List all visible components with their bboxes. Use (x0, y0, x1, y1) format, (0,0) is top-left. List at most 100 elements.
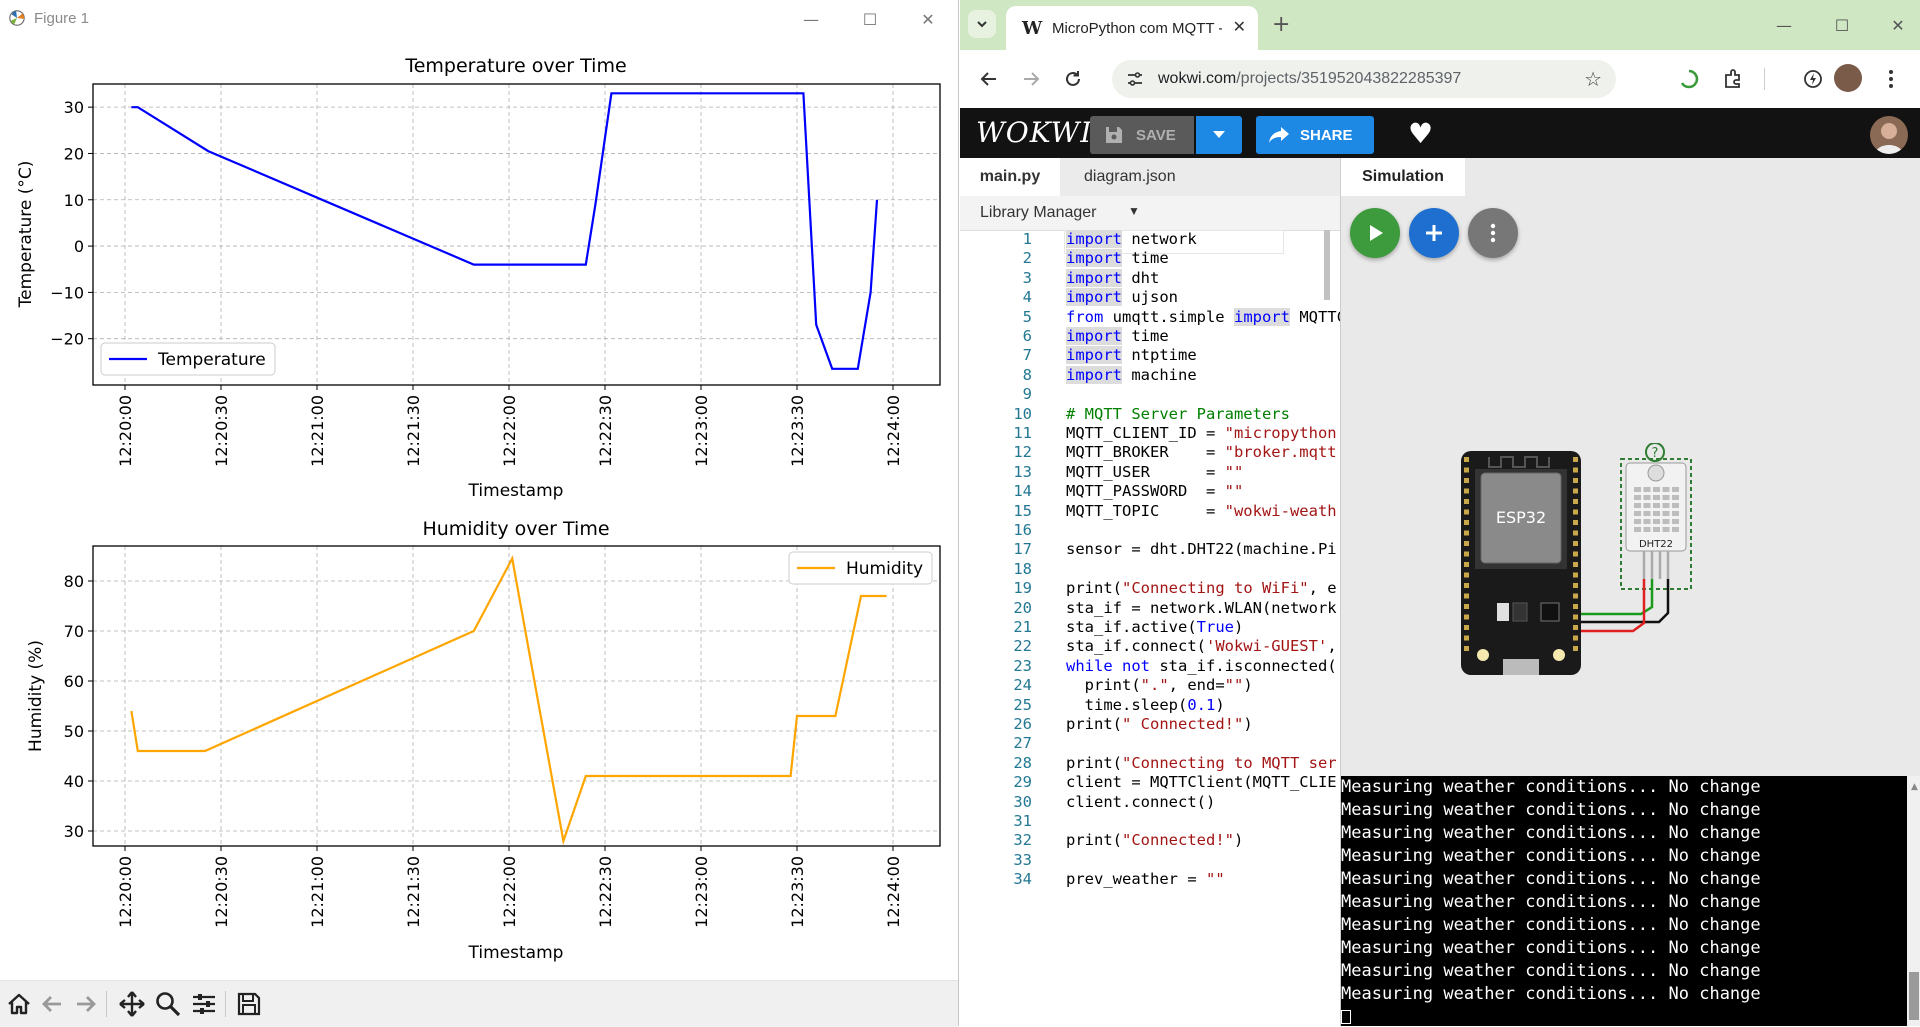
code-line[interactable]: 10 # MQTT Server Parameters (960, 405, 1340, 424)
serial-scrollbar[interactable]: ▲ (1907, 776, 1920, 1026)
extension-loading-icon[interactable] (1676, 66, 1702, 92)
chrome-minimize-button[interactable]: — (1770, 12, 1798, 38)
forward-button[interactable] (1018, 66, 1044, 92)
code-line[interactable]: 20 sta_if = network.WLAN(network (960, 599, 1340, 618)
x-tick-label: 12:21:00 (308, 856, 327, 928)
share-button[interactable]: SHARE (1256, 116, 1374, 154)
scroll-up-icon[interactable]: ▲ (1911, 782, 1918, 792)
zoom-icon[interactable] (153, 989, 183, 1019)
serial-monitor[interactable]: Measuring weather conditions... No chang… (1341, 776, 1920, 1026)
close-tab-icon[interactable]: ✕ (1233, 17, 1246, 36)
code-line[interactable]: 4 import ujson (960, 288, 1340, 307)
y-tick-label: 0 (74, 237, 84, 256)
dht22-sensor[interactable]: DHT22 (1620, 458, 1692, 590)
dht22-label: DHT22 (1639, 539, 1673, 550)
code-line[interactable]: 22 sta_if.connect('Wokwi-GUEST', (960, 637, 1340, 656)
code-line[interactable]: 18 (960, 560, 1340, 579)
code-line[interactable]: 29 client = MQTTClient(MQTT_CLIE (960, 773, 1340, 792)
x-tick-label: 12:23:00 (692, 856, 711, 928)
serial-line: Measuring weather conditions... No chang… (1341, 892, 1761, 912)
bookmark-star-icon[interactable]: ☆ (1584, 67, 1602, 91)
configure-subplots-icon[interactable] (189, 989, 219, 1019)
tab-main-py[interactable]: main.py (960, 158, 1060, 196)
line-number: 28 (1013, 753, 1032, 772)
code-line[interactable]: 6 import time (960, 327, 1340, 346)
code-line[interactable]: 15 MQTT_TOPIC = "wokwi-weath (960, 502, 1340, 521)
help-badge[interactable]: ? (1645, 443, 1665, 462)
code-line[interactable]: 14 MQTT_PASSWORD = "" (960, 482, 1340, 501)
editor-scrollbar[interactable] (1324, 230, 1330, 300)
code-editor[interactable]: 1 import network 2 import time 3 import dht 4 i… (960, 230, 1340, 1026)
code-line[interactable]: 9 (960, 385, 1340, 404)
library-manager-bar[interactable]: Library Manager ▼ (960, 196, 1340, 231)
add-part-button[interactable] (1409, 208, 1459, 258)
chrome-close-button[interactable]: ✕ (1884, 12, 1912, 38)
code-line[interactable]: 32 print("Connected!") (960, 831, 1340, 850)
forward-arrow-icon[interactable] (70, 989, 100, 1019)
code-line[interactable]: 1 import network (960, 230, 1340, 249)
line-number: 29 (1013, 773, 1032, 792)
circuit-diagram[interactable]: ESP32 DHT22 ? (1461, 443, 1701, 683)
save-figure-icon[interactable] (234, 989, 264, 1019)
code-line[interactable]: 28 print("Connecting to MQTT ser (960, 754, 1340, 773)
code-line[interactable]: 16 (960, 521, 1340, 540)
tab-search-button[interactable] (968, 10, 996, 38)
code-line[interactable]: 24 print(".", end="") (960, 676, 1340, 695)
code-line[interactable]: 31 (960, 812, 1340, 831)
home-icon[interactable] (4, 989, 34, 1019)
code-text: prev_weather = "" (1066, 870, 1225, 889)
code-line[interactable]: 21 sta_if.active(True) (960, 618, 1340, 637)
reload-button[interactable] (1060, 66, 1086, 92)
more-options-button[interactable] (1468, 208, 1518, 258)
start-simulation-button[interactable] (1350, 208, 1400, 258)
save-button[interactable]: SAVE (1090, 116, 1194, 154)
chrome-maximize-button[interactable]: ☐ (1828, 12, 1856, 38)
code-line[interactable]: 7 import ntptime (960, 346, 1340, 365)
code-line[interactable]: 2 import time (960, 249, 1340, 268)
code-line[interactable]: 8 import machine (960, 365, 1340, 385)
minimize-button[interactable]: — (797, 6, 825, 32)
code-line[interactable]: 5 from umqtt.simple import MQTTClient (960, 307, 1340, 327)
wokwi-logo[interactable]: WOKWI (976, 116, 1093, 149)
back-arrow-icon[interactable] (38, 989, 68, 1019)
code-line[interactable]: 34 prev_weather = "" (960, 870, 1340, 889)
tab-diagram-json[interactable]: diagram.json (1084, 158, 1176, 196)
browser-tab-active[interactable]: W MicroPython com MQTT - Wokwi ✕ (1006, 6, 1258, 50)
code-line[interactable]: 13 MQTT_USER = "" (960, 463, 1340, 482)
code-line[interactable]: 30 client.connect() (960, 793, 1340, 812)
x-tick-label: 12:20:00 (116, 856, 135, 928)
user-avatar[interactable] (1870, 116, 1908, 154)
close-button[interactable]: ✕ (914, 6, 942, 32)
code-line[interactable]: 33 (960, 851, 1340, 870)
code-line[interactable]: 17 sensor = dht.DHT22(machine.Pi (960, 540, 1340, 559)
code-line[interactable]: 27 (960, 734, 1340, 753)
performance-icon[interactable] (1800, 66, 1826, 92)
code-line[interactable]: 19 print("Connecting to WiFi", e (960, 579, 1340, 598)
new-tab-button[interactable]: + (1272, 12, 1290, 37)
extensions-icon[interactable] (1720, 66, 1746, 92)
site-info-icon[interactable] (1126, 70, 1144, 88)
heart-icon[interactable]: ♥ (1408, 117, 1433, 150)
esp32-board[interactable]: ESP32 (1461, 451, 1581, 675)
back-button[interactable] (976, 66, 1002, 92)
code-line[interactable]: 26 print(" Connected!") (960, 715, 1340, 734)
maximize-button[interactable]: ☐ (856, 6, 884, 32)
help-label: ? (1652, 446, 1659, 461)
chrome-menu-icon[interactable] (1878, 66, 1904, 92)
caret-down-icon: ▼ (1128, 204, 1140, 218)
pan-icon[interactable] (117, 989, 147, 1019)
code-line[interactable]: 3 import dht (960, 268, 1340, 288)
address-bar[interactable]: wokwi.com/projects/351952043822285397 ☆ (1112, 60, 1616, 98)
serial-scroll-thumb[interactable] (1909, 972, 1919, 1020)
serial-line: Measuring weather conditions... No chang… (1341, 823, 1761, 843)
code-line[interactable]: 25 time.sleep(0.1) (960, 696, 1340, 715)
code-line[interactable]: 12 MQTT_BROKER = "broker.mqtt (960, 443, 1340, 462)
profile-avatar[interactable] (1834, 64, 1862, 92)
save-options-dropdown[interactable] (1196, 116, 1242, 154)
tab-simulation[interactable]: Simulation (1341, 158, 1465, 196)
code-line[interactable]: 23 while not sta_if.isconnected( (960, 657, 1340, 676)
wires[interactable] (1581, 579, 1670, 633)
code-line[interactable]: 11 MQTT_CLIENT_ID = "micropython (960, 424, 1340, 443)
esp32-label: ESP32 (1496, 508, 1546, 527)
code-text: MQTT_USER = "" (1066, 462, 1244, 481)
